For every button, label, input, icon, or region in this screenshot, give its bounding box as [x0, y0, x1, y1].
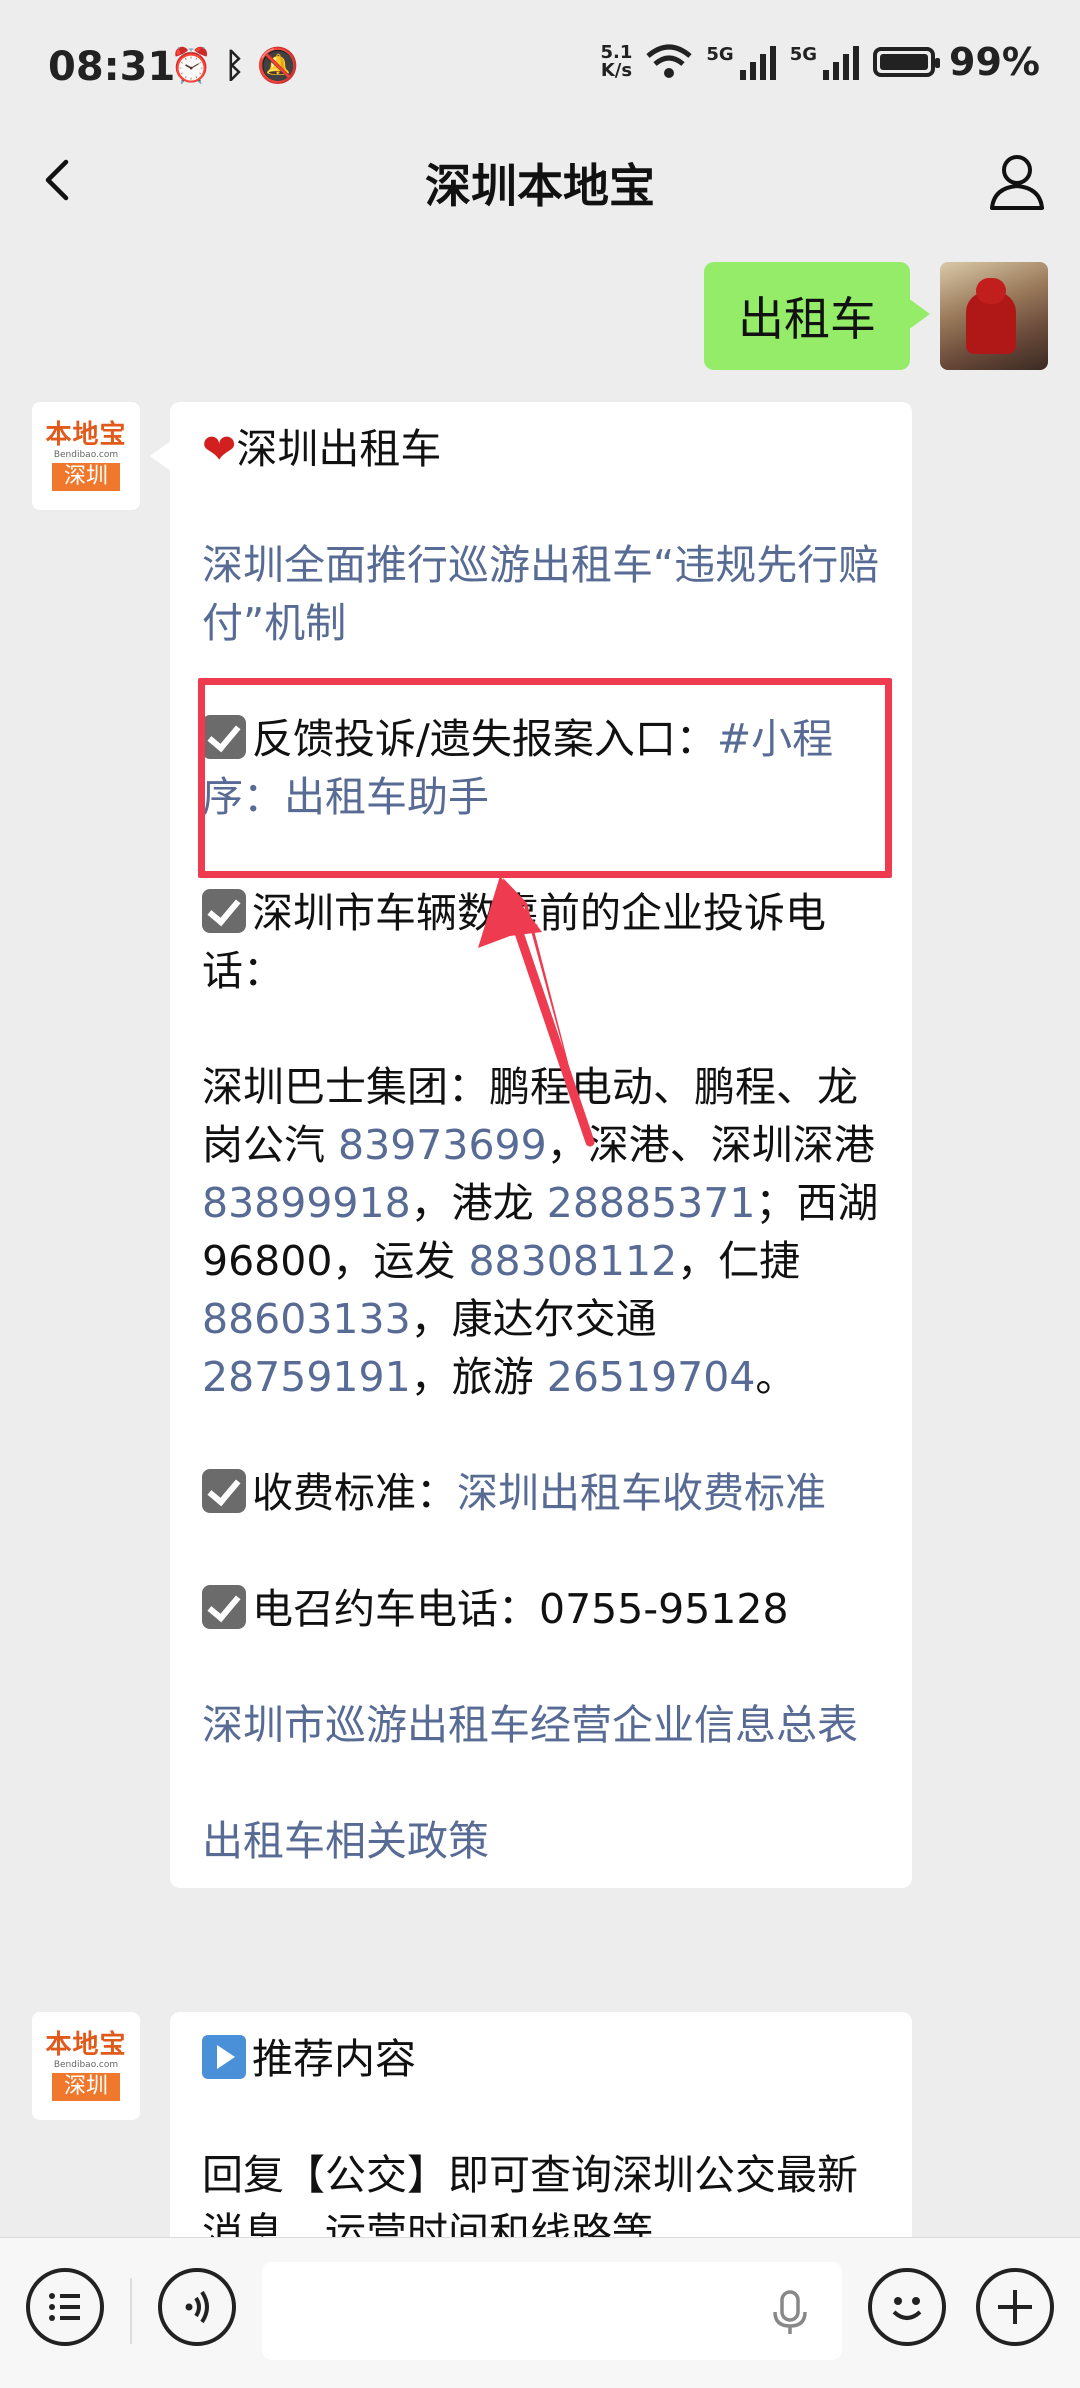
- signal-icon-2: 5G: [789, 44, 860, 80]
- heading-text: 深圳出租车: [236, 425, 442, 473]
- menu-list-icon: [49, 2293, 80, 2321]
- bot-avatar-city: 深圳: [51, 2073, 120, 2101]
- page-title: 深圳本地宝: [425, 159, 655, 213]
- phone-link[interactable]: 26519704: [547, 1353, 756, 1401]
- voice-button[interactable]: [158, 2268, 236, 2346]
- profile-icon[interactable]: [984, 148, 1050, 214]
- phone-text: ，康达尔交通: [410, 1295, 657, 1343]
- complaints-label: 深圳市车辆数靠前的企业投诉电话：: [202, 889, 826, 995]
- alarm-icon: ⏰: [170, 46, 213, 86]
- nav-bar: 深圳本地宝: [0, 130, 1080, 242]
- complaints-line: 深圳市车辆数靠前的企业投诉电话：: [202, 884, 880, 1000]
- bot-avatar[interactable]: 本地宝 Bendibao.com 深圳: [32, 2012, 140, 2120]
- bot-avatar-domain: Bendibao.com: [53, 2060, 119, 2070]
- recommend-heading: 推荐内容: [202, 2030, 880, 2088]
- message-heading: ❤深圳出租车: [202, 420, 880, 478]
- phone-text: 。: [755, 1353, 797, 1401]
- phone-link[interactable]: 88308112: [468, 1237, 677, 1285]
- phone-text: ，深港、深圳深港: [546, 1121, 875, 1169]
- avatar-dinosaur-figure: [966, 278, 1016, 354]
- status-bar: 08:31 ⏰ ᛒ 🔕 5.1 K/s 5G 5G 99%: [0, 0, 1080, 130]
- bot-avatar-domain: Bendibao.com: [53, 450, 119, 460]
- phone-link[interactable]: 28759191: [202, 1353, 411, 1401]
- my-message-row: 出租车: [704, 262, 1048, 370]
- phone-text: ，旅游: [410, 1353, 547, 1401]
- my-message-bubble[interactable]: 出租车: [704, 262, 930, 370]
- call-line: 电召约车电话：0755-95128: [202, 1580, 880, 1638]
- speed-unit: K/s: [600, 60, 633, 81]
- recommend-heading-text: 推荐内容: [252, 2035, 416, 2083]
- wifi-icon: [646, 44, 693, 78]
- more-button[interactable]: [976, 2268, 1054, 2346]
- battery-percent: 99%: [949, 40, 1040, 84]
- checkbox-icon: [202, 1585, 246, 1629]
- bot-avatar-brand: 本地宝: [45, 2030, 127, 2060]
- emoji-icon: [892, 2297, 922, 2320]
- status-time: 08:31: [48, 44, 176, 90]
- fare-label: 收费标准：: [252, 1469, 457, 1517]
- mute-icon: 🔕: [256, 46, 300, 86]
- fare-line: 收费标准：深圳出租车收费标准: [202, 1464, 880, 1522]
- network-type-2: 5G: [789, 44, 818, 65]
- phone-list: 深圳巴士集团：鹏程电动、鹏程、龙岗公汽 83973699，深港、深圳深港 838…: [202, 1058, 880, 1406]
- phone-link[interactable]: 83899918: [202, 1179, 411, 1227]
- input-bar: [0, 2237, 1080, 2388]
- menu-list-button[interactable]: [26, 2268, 104, 2346]
- status-right: 5.1 K/s 5G 5G 99%: [601, 40, 1040, 84]
- network-type-1: 5G: [706, 44, 734, 65]
- message-input[interactable]: [262, 2262, 842, 2360]
- phone-link[interactable]: 88603133: [202, 1295, 411, 1343]
- phone-text: ，仁捷: [677, 1237, 801, 1285]
- bot-avatar-city: 深圳: [51, 463, 120, 491]
- checkbox-icon: [202, 1469, 246, 1513]
- call-label: 电召约车电话：0755-95128: [252, 1585, 789, 1633]
- emoji-button[interactable]: [868, 2268, 946, 2346]
- network-speed: 5.1 K/s: [601, 44, 633, 80]
- my-avatar[interactable]: [940, 262, 1048, 370]
- microphone-icon[interactable]: [762, 2284, 818, 2340]
- battery-icon: [873, 47, 941, 77]
- voice-icon: [185, 2290, 209, 2324]
- highlight-box: [198, 678, 892, 878]
- plus-icon: [998, 2290, 1032, 2324]
- signal-icon-1: 5G: [706, 44, 776, 80]
- phone-link[interactable]: 28885371: [547, 1179, 756, 1227]
- related-policy-link[interactable]: 出租车相关政策: [202, 1817, 489, 1865]
- policy-link[interactable]: 深圳全面推行巡游出租车“违规先行赔付”机制: [202, 541, 879, 647]
- bot-avatar[interactable]: 本地宝 Bendibao.com 深圳: [32, 402, 140, 510]
- play-icon: [202, 2035, 246, 2079]
- bot-message-bubble-2: 推荐内容 回复【公交】即可查询深圳公交最新消息，运营时间和线路等: [170, 2012, 912, 2272]
- heart-icon: ❤: [202, 425, 237, 473]
- bot-message-bubble: ❤深圳出租车 深圳全面推行巡游出租车“违规先行赔付”机制 反馈投诉/遗失报案入口…: [150, 402, 912, 1888]
- enterprise-info-link[interactable]: 深圳市巡游出租车经营企业信息总表: [202, 1701, 858, 1749]
- phone-text: ，港龙: [410, 1179, 547, 1227]
- divider: [130, 2278, 132, 2344]
- bot-avatar-brand: 本地宝: [45, 420, 127, 450]
- status-icons: ⏰ ᛒ 🔕: [170, 46, 299, 86]
- checkbox-icon: [202, 889, 246, 933]
- phone-link[interactable]: 83973699: [338, 1121, 547, 1169]
- fare-link[interactable]: 深圳出租车收费标准: [457, 1469, 826, 1517]
- bluetooth-icon: ᛒ: [224, 46, 245, 86]
